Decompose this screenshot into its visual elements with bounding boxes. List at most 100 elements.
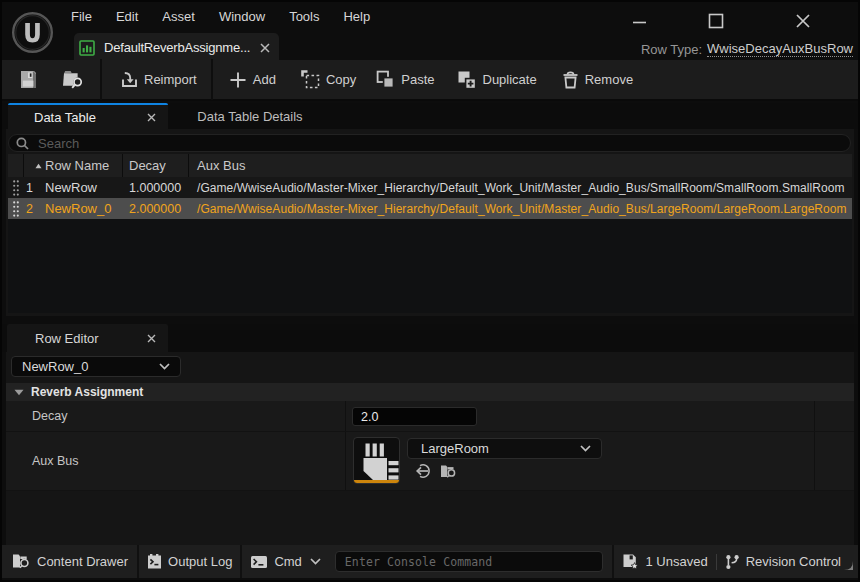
duplicate-icon <box>457 70 477 90</box>
tab-data-table-close-icon[interactable] <box>147 113 156 122</box>
duplicate-button[interactable]: Duplicate <box>457 70 537 90</box>
aux-bus-asset-thumbnail[interactable] <box>353 437 400 484</box>
revision-control-button[interactable]: Revision Control <box>725 554 841 570</box>
unreal-logo-icon[interactable] <box>11 11 54 54</box>
category-reverb-assignment[interactable]: Reverb Assignment <box>6 383 854 401</box>
row-type-value-link[interactable]: WwiseDecayAuxBusRow <box>707 41 853 57</box>
remove-button[interactable]: Remove <box>562 71 633 89</box>
aux-bus-value: LargeRoom <box>421 441 489 456</box>
menu-asset[interactable]: Asset <box>150 2 207 32</box>
paste-button[interactable]: Paste <box>376 70 434 89</box>
property-row-aux-bus: Aux Bus LargeRoom <box>6 432 854 491</box>
row-name-cell: NewRow_0 <box>36 201 125 216</box>
duplicate-label: Duplicate <box>483 72 537 87</box>
menu-edit[interactable]: Edit <box>104 2 150 32</box>
panel-tab-bar: Data Table Data Table Details <box>2 103 858 129</box>
row-number: 1 <box>24 181 36 195</box>
console-icon <box>250 555 268 569</box>
category-label: Reverb Assignment <box>31 385 143 399</box>
title-bar: File Edit Asset Window Tools Help <box>2 2 858 62</box>
chevron-down-icon <box>580 445 591 452</box>
tab-row-editor[interactable]: Row Editor <box>7 324 168 352</box>
paste-icon <box>376 70 395 89</box>
unsaved-button[interactable]: 1 Unsaved <box>622 553 707 570</box>
aux-bus-dropdown[interactable]: LargeRoom <box>407 438 602 459</box>
tab-row-editor-close-icon[interactable] <box>147 334 156 343</box>
data-table-list: Row Name Decay Aux Bus 1 NewRow 1.000000… <box>8 154 852 313</box>
cmd-label: Cmd <box>274 554 301 569</box>
close-window-button[interactable] <box>788 2 818 40</box>
menu-bar: File Edit Asset Window Tools Help <box>59 2 382 32</box>
chevron-down-icon <box>159 363 170 370</box>
table-row-2-selected[interactable]: 2 NewRow_0 2.000000 /Game/WwiseAudio/Mas… <box>8 198 852 219</box>
browse-to-asset-icon[interactable] <box>440 464 458 479</box>
menu-tools[interactable]: Tools <box>277 2 331 32</box>
row-drag-handle-icon[interactable] <box>8 201 24 217</box>
reimport-label: Reimport <box>144 72 197 87</box>
toolbar: Reimport Add Copy Paste <box>2 60 858 101</box>
menu-help[interactable]: Help <box>331 2 382 32</box>
decay-value-input[interactable]: 2.0 <box>352 407 477 426</box>
tab-data-table-details[interactable]: Data Table Details <box>168 103 332 129</box>
table-row-1[interactable]: 1 NewRow 1.000000 /Game/WwiseAudio/Maste… <box>8 177 852 198</box>
output-log-icon <box>147 553 162 570</box>
save-button[interactable] <box>20 70 37 89</box>
asset-tab-title: DefaultReverbAssignme... <box>104 40 250 55</box>
output-log-button[interactable]: Output Log <box>147 553 232 570</box>
reimport-icon <box>121 71 138 88</box>
save-icon <box>20 70 37 89</box>
output-log-label: Output Log <box>168 554 232 569</box>
row-aux-bus-cell: /Game/WwiseAudio/Master-Mixer_Hierarchy/… <box>192 181 852 195</box>
copy-icon <box>301 70 320 89</box>
use-selected-asset-icon[interactable] <box>415 463 431 479</box>
column-header-aux-bus[interactable]: Aux Bus <box>189 154 852 177</box>
revision-control-label: Revision Control <box>746 554 841 569</box>
asset-tab-close-icon[interactable] <box>260 43 270 53</box>
menu-file[interactable]: File <box>59 2 104 32</box>
search-input[interactable]: Search <box>8 134 851 152</box>
tab-data-table-details-label: Data Table Details <box>197 109 302 124</box>
minimize-button[interactable] <box>624 2 654 40</box>
resize-grip-icon[interactable] <box>843 560 854 571</box>
row-editor-panel: NewRow_0 Reverb Assignment Decay 2.0 Aux… <box>6 352 854 545</box>
menu-window[interactable]: Window <box>207 2 277 32</box>
column-header-decay[interactable]: Decay <box>123 154 189 177</box>
row-select-dropdown[interactable]: NewRow_0 <box>11 356 181 377</box>
asset-tab[interactable]: DefaultReverbAssignme... <box>74 33 279 62</box>
trash-icon <box>562 71 579 89</box>
row-aux-bus-cell: /Game/WwiseAudio/Master-Mixer_Hierarchy/… <box>192 202 852 216</box>
copy-label: Copy <box>326 72 356 87</box>
content-drawer-icon <box>12 553 31 570</box>
asset-type-color-bar <box>354 480 399 483</box>
content-drawer-button[interactable]: Content Drawer <box>12 553 128 570</box>
content-drawer-label: Content Drawer <box>37 554 128 569</box>
tab-data-table[interactable]: Data Table <box>8 103 168 129</box>
tab-row-editor-label: Row Editor <box>35 331 99 346</box>
table-header-row: Row Name Decay Aux Bus <box>8 154 852 177</box>
status-bar: Content Drawer Output Log Cmd <box>2 545 858 578</box>
console-placeholder: Enter Console Command <box>345 555 493 569</box>
unreal-editor-window: File Edit Asset Window Tools Help <box>0 0 860 582</box>
column-header-row-name[interactable]: Row Name <box>24 154 123 177</box>
browse-to-asset-button[interactable] <box>63 69 85 90</box>
decay-value: 2.0 <box>361 410 378 424</box>
row-select-value: NewRow_0 <box>22 359 88 374</box>
add-label: Add <box>253 72 276 87</box>
unsaved-label: 1 Unsaved <box>645 554 707 569</box>
add-button[interactable]: Add <box>229 71 276 89</box>
property-row-decay: Decay 2.0 <box>6 401 854 432</box>
copy-button[interactable]: Copy <box>301 70 356 89</box>
row-editor-tab-bar: Row Editor <box>2 324 858 352</box>
console-command-input[interactable]: Enter Console Command <box>335 551 603 572</box>
row-name-cell: NewRow <box>36 180 125 195</box>
row-drag-handle-icon[interactable] <box>8 180 24 196</box>
aux-bus-property-label: Aux Bus <box>32 432 79 490</box>
unsaved-save-icon <box>622 553 639 570</box>
paste-label: Paste <box>401 72 434 87</box>
search-placeholder: Search <box>38 136 79 151</box>
maximize-button[interactable] <box>701 2 731 40</box>
row-number: 2 <box>24 202 36 216</box>
reimport-button[interactable]: Reimport <box>121 71 197 88</box>
sort-ascending-icon <box>35 163 42 169</box>
cmd-dropdown-button[interactable]: Cmd <box>250 554 320 569</box>
